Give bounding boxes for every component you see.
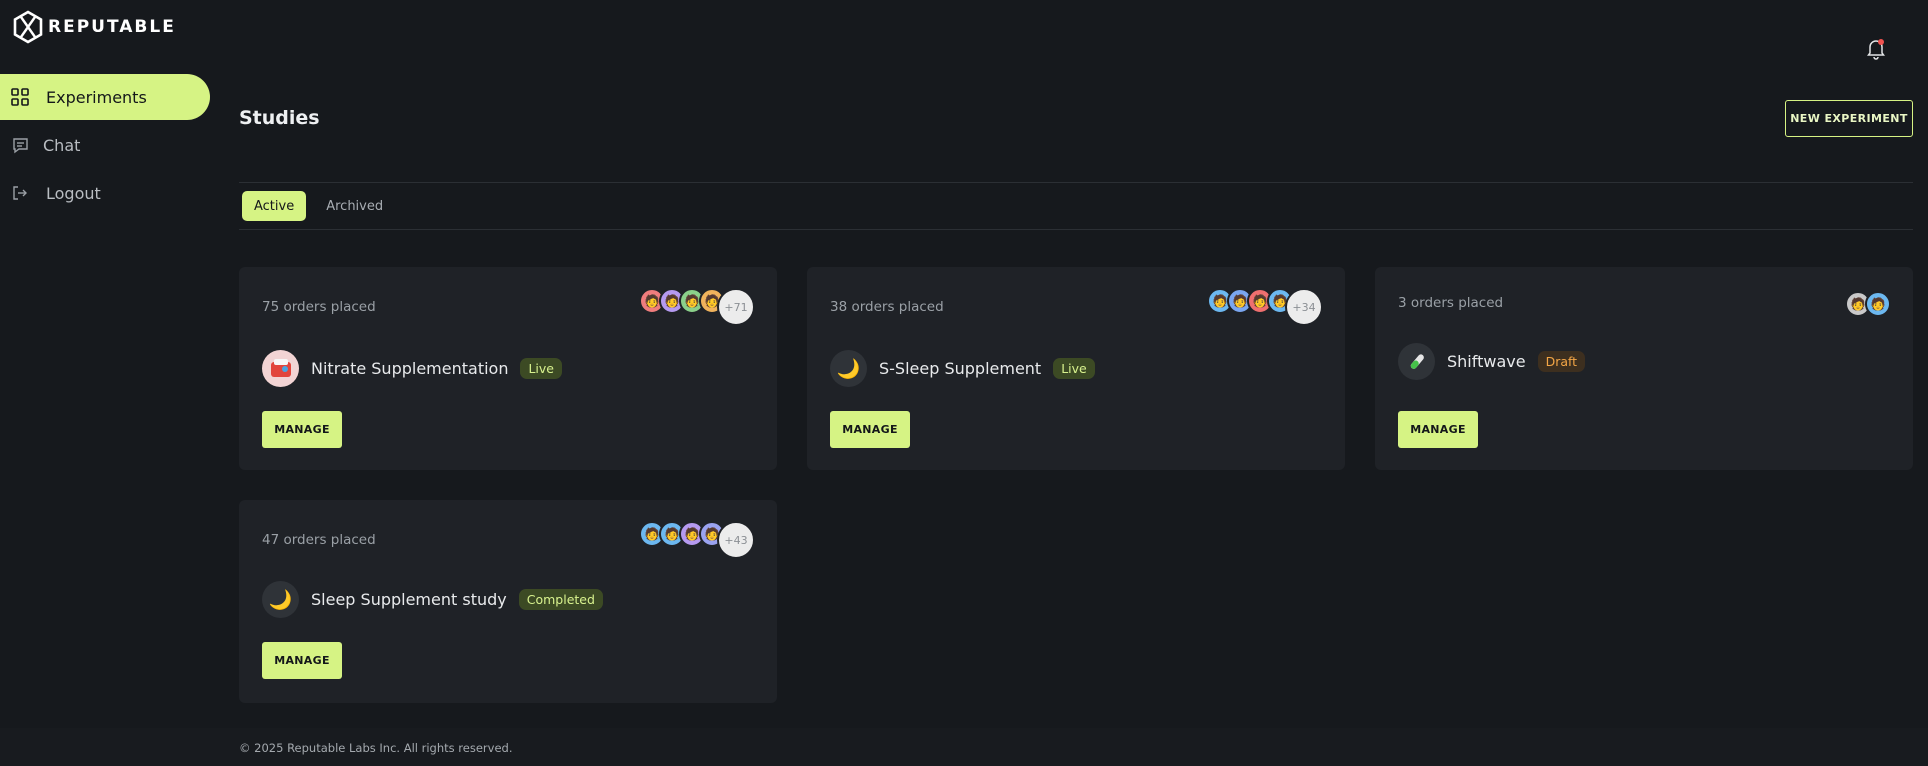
- orders-count: 38 orders placed: [830, 299, 944, 315]
- test-tube-icon: [1398, 343, 1435, 380]
- chat-icon: [10, 135, 30, 155]
- study-card: 47 orders placed 🧑 🧑 🧑 🧑 +43 🌙 Sleep Sup…: [239, 500, 777, 703]
- status-badge: Completed: [518, 589, 603, 610]
- tab-active[interactable]: Active: [242, 191, 307, 221]
- study-card: 3 orders placed 🧑 🧑 Shiftwave Draft MANA…: [1375, 267, 1913, 470]
- status-badge: Live: [520, 358, 562, 379]
- participant-avatars: 🧑 🧑 🧑 🧑 +34: [1207, 288, 1323, 326]
- sidebar-nav: Experiments Chat Logout: [0, 74, 210, 218]
- footer: © 2025 Reputable Labs Inc. All rights re…: [0, 728, 1928, 766]
- study-card: 38 orders placed 🧑 🧑 🧑 🧑 +34 🌙 S-Sleep S…: [807, 267, 1345, 470]
- moon-icon: 🌙: [830, 350, 867, 387]
- manage-button[interactable]: MANAGE: [1398, 411, 1478, 448]
- status-badge: Live: [1053, 358, 1095, 379]
- study-name[interactable]: Nitrate Supplementation: [311, 359, 508, 378]
- divider: [239, 182, 1913, 183]
- status-badge: Draft: [1537, 351, 1586, 372]
- participant-avatars: 🧑 🧑 🧑 🧑 +71: [639, 288, 755, 326]
- sidebar-item-logout[interactable]: Logout: [0, 170, 210, 216]
- new-experiment-button[interactable]: NEW EXPERIMENT: [1785, 100, 1913, 137]
- avatar-overflow-count: +34: [1285, 288, 1323, 326]
- copyright-text: © 2025 Reputable Labs Inc. All rights re…: [239, 741, 513, 755]
- study-name[interactable]: S-Sleep Supplement: [879, 359, 1041, 378]
- manage-button[interactable]: MANAGE: [262, 411, 342, 448]
- manage-button[interactable]: MANAGE: [262, 642, 342, 679]
- sidebar-item-label: Experiments: [46, 87, 147, 107]
- brand-logo[interactable]: REPUTABLE: [12, 10, 176, 44]
- sidebar-item-label: Chat: [43, 135, 81, 155]
- study-name[interactable]: Shiftwave: [1447, 352, 1526, 371]
- avatar-overflow-count: +43: [717, 521, 755, 559]
- orders-count: 75 orders placed: [262, 299, 376, 315]
- avatar: 🧑: [1865, 291, 1891, 317]
- study-header: 🌙 S-Sleep Supplement Live: [830, 350, 1095, 387]
- orders-count: 47 orders placed: [262, 532, 376, 548]
- orders-count: 3 orders placed: [1398, 295, 1504, 311]
- bell-icon[interactable]: [1866, 38, 1886, 60]
- nitrate-icon: [262, 350, 299, 387]
- divider: [239, 229, 1913, 230]
- sidebar-item-label: Logout: [46, 183, 101, 203]
- page-title: Studies: [239, 107, 320, 129]
- sidebar-item-experiments[interactable]: Experiments: [0, 74, 210, 120]
- study-card: 75 orders placed 🧑 🧑 🧑 🧑 +71 Nitrate Sup…: [239, 267, 777, 470]
- tab-archived[interactable]: Archived: [314, 191, 395, 221]
- brand-name: REPUTABLE: [48, 17, 176, 37]
- study-header: 🌙 Sleep Supplement study Completed: [262, 581, 603, 618]
- avatar-overflow-count: +71: [717, 288, 755, 326]
- study-header: Shiftwave Draft: [1398, 343, 1586, 380]
- grid-icon: [10, 87, 30, 107]
- logo-mark-icon: [13, 10, 43, 44]
- sidebar-item-chat[interactable]: Chat: [0, 122, 210, 168]
- moon-icon: 🌙: [262, 581, 299, 618]
- study-name[interactable]: Sleep Supplement study: [311, 590, 507, 609]
- participant-avatars: 🧑 🧑 🧑 🧑 +43: [639, 521, 755, 559]
- study-header: Nitrate Supplementation Live: [262, 350, 562, 387]
- participant-avatars: 🧑 🧑: [1845, 291, 1891, 317]
- manage-button[interactable]: MANAGE: [830, 411, 910, 448]
- logout-icon: [10, 183, 30, 203]
- tabs: Active Archived: [242, 191, 395, 221]
